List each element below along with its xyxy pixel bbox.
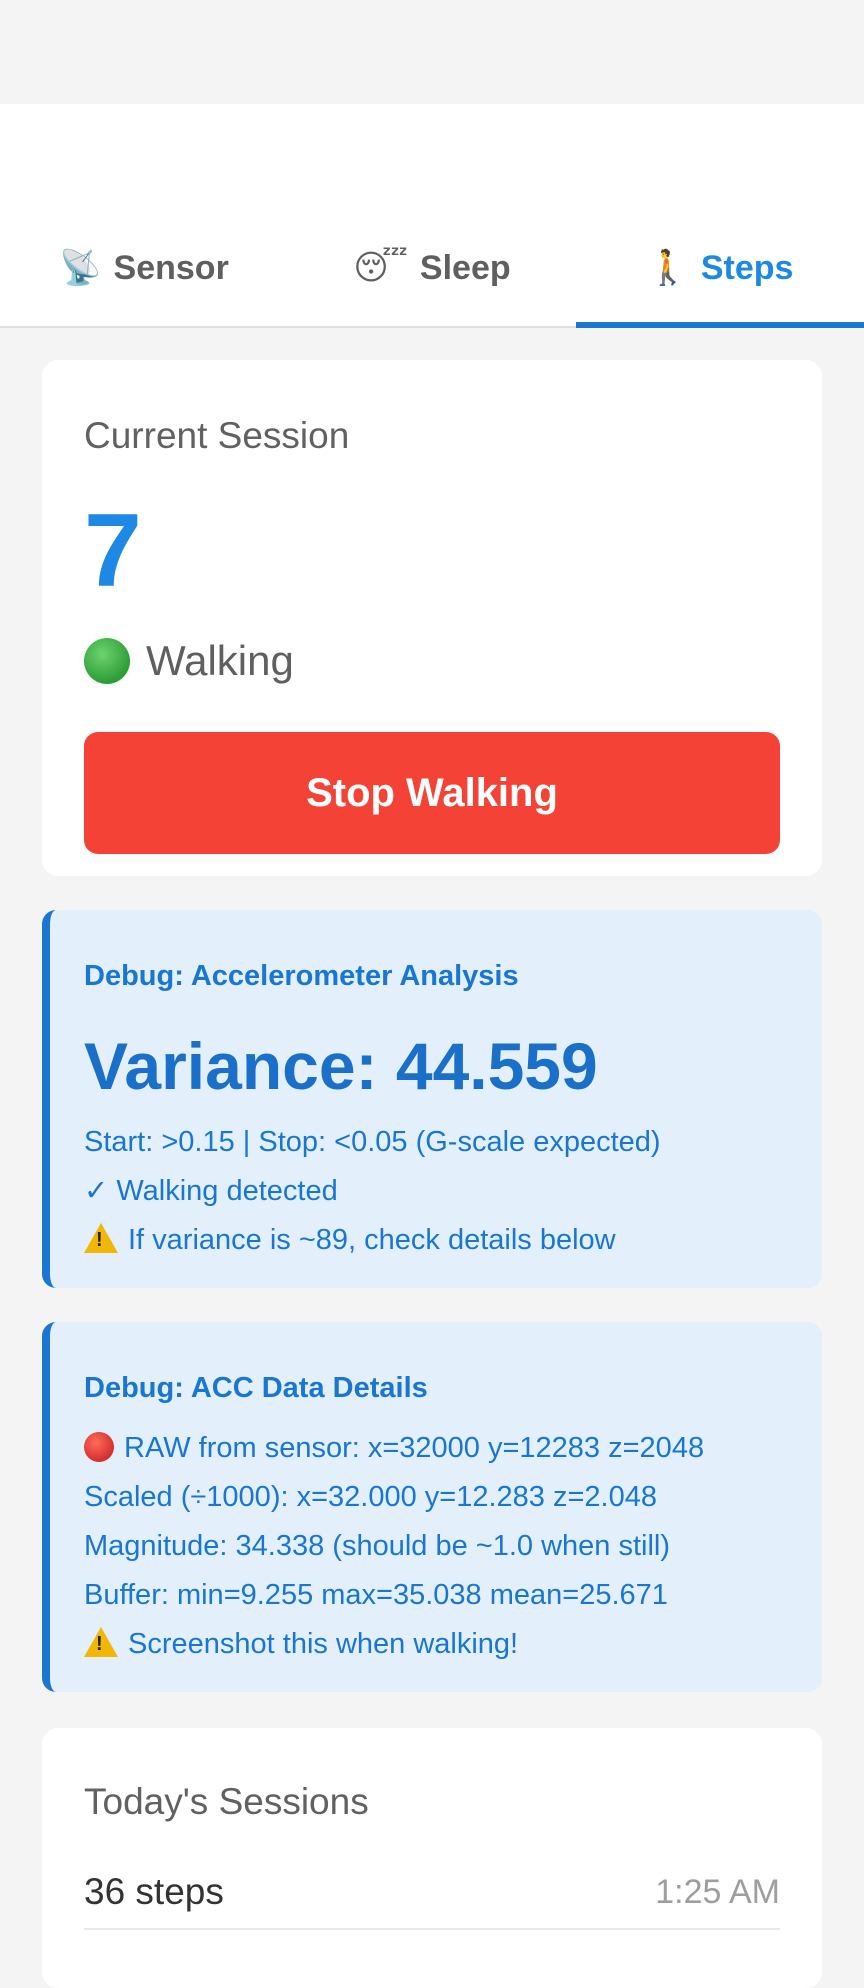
- session-steps: 36 steps: [84, 1871, 224, 1912]
- tab-sensor[interactable]: 📡 Sensor: [0, 210, 288, 326]
- todays-sessions-title: Today's Sessions: [84, 1781, 369, 1822]
- session-time: 1:25 AM: [655, 1872, 780, 1911]
- accelerometer-debug-panel: Debug: Accelerometer Analysis Variance: …: [42, 910, 822, 1288]
- tab-label: Sleep: [419, 248, 511, 287]
- tab-label: Steps: [700, 248, 794, 287]
- tab-bar: 📡 Sensor 😴 Sleep 🚶 Steps: [0, 210, 864, 328]
- detection-status: ✓ Walking detected: [84, 1175, 338, 1207]
- list-item[interactable]: 36 steps 1:25 AM: [84, 1856, 780, 1930]
- raw-sensor-values: RAW from sensor: x=32000 y=12283 z=2048: [84, 1424, 822, 1473]
- variance-warning: If variance is ~89, check details below: [84, 1216, 822, 1265]
- red-dot-icon: [84, 1432, 114, 1462]
- satellite-dish-icon: 📡: [59, 248, 102, 288]
- warning-icon: [84, 1223, 118, 1253]
- magnitude-value: Magnitude: 34.338 (should be ~1.0 when s…: [84, 1530, 671, 1562]
- tab-sleep[interactable]: 😴 Sleep: [288, 210, 576, 326]
- screenshot-warning: Screenshot this when walking!: [84, 1620, 822, 1669]
- tab-steps[interactable]: 🚶 Steps: [576, 210, 864, 328]
- scaled-values: Scaled (÷1000): x=32.000 y=12.283 z=2.04…: [84, 1481, 657, 1513]
- sleeping-face-icon: 😴: [353, 248, 408, 288]
- warning-text: Screenshot this when walking!: [128, 1628, 519, 1660]
- session-title: Current Session: [84, 415, 350, 456]
- debug-title: Debug: ACC Data Details: [84, 1372, 428, 1404]
- green-dot-icon: [84, 638, 130, 684]
- current-session-card: Current Session 7 Walking Stop Walking: [42, 360, 822, 876]
- variance-value: Variance: 44.559: [84, 1029, 598, 1103]
- step-count: 7: [84, 493, 142, 609]
- threshold-text: Start: >0.15 | Stop: <0.05 (G-scale expe…: [84, 1126, 661, 1158]
- status-text: Walking: [146, 637, 294, 684]
- session-status: Walking: [84, 626, 780, 696]
- warning-icon: [84, 1627, 118, 1657]
- acc-data-details-panel: Debug: ACC Data Details RAW from sensor:…: [42, 1322, 822, 1692]
- raw-text: RAW from sensor: x=32000 y=12283 z=2048: [124, 1432, 705, 1464]
- tab-label: Sensor: [113, 248, 229, 287]
- debug-title: Debug: Accelerometer Analysis: [84, 960, 519, 992]
- warning-text: If variance is ~89, check details below: [128, 1224, 616, 1256]
- todays-sessions-card: Today's Sessions 36 steps 1:25 AM: [42, 1728, 822, 1988]
- stop-walking-button[interactable]: Stop Walking: [84, 732, 780, 854]
- status-bar-area: [0, 0, 864, 104]
- buffer-stats: Buffer: min=9.255 max=35.038 mean=25.671: [84, 1579, 668, 1611]
- walking-person-icon: 🚶: [646, 248, 689, 288]
